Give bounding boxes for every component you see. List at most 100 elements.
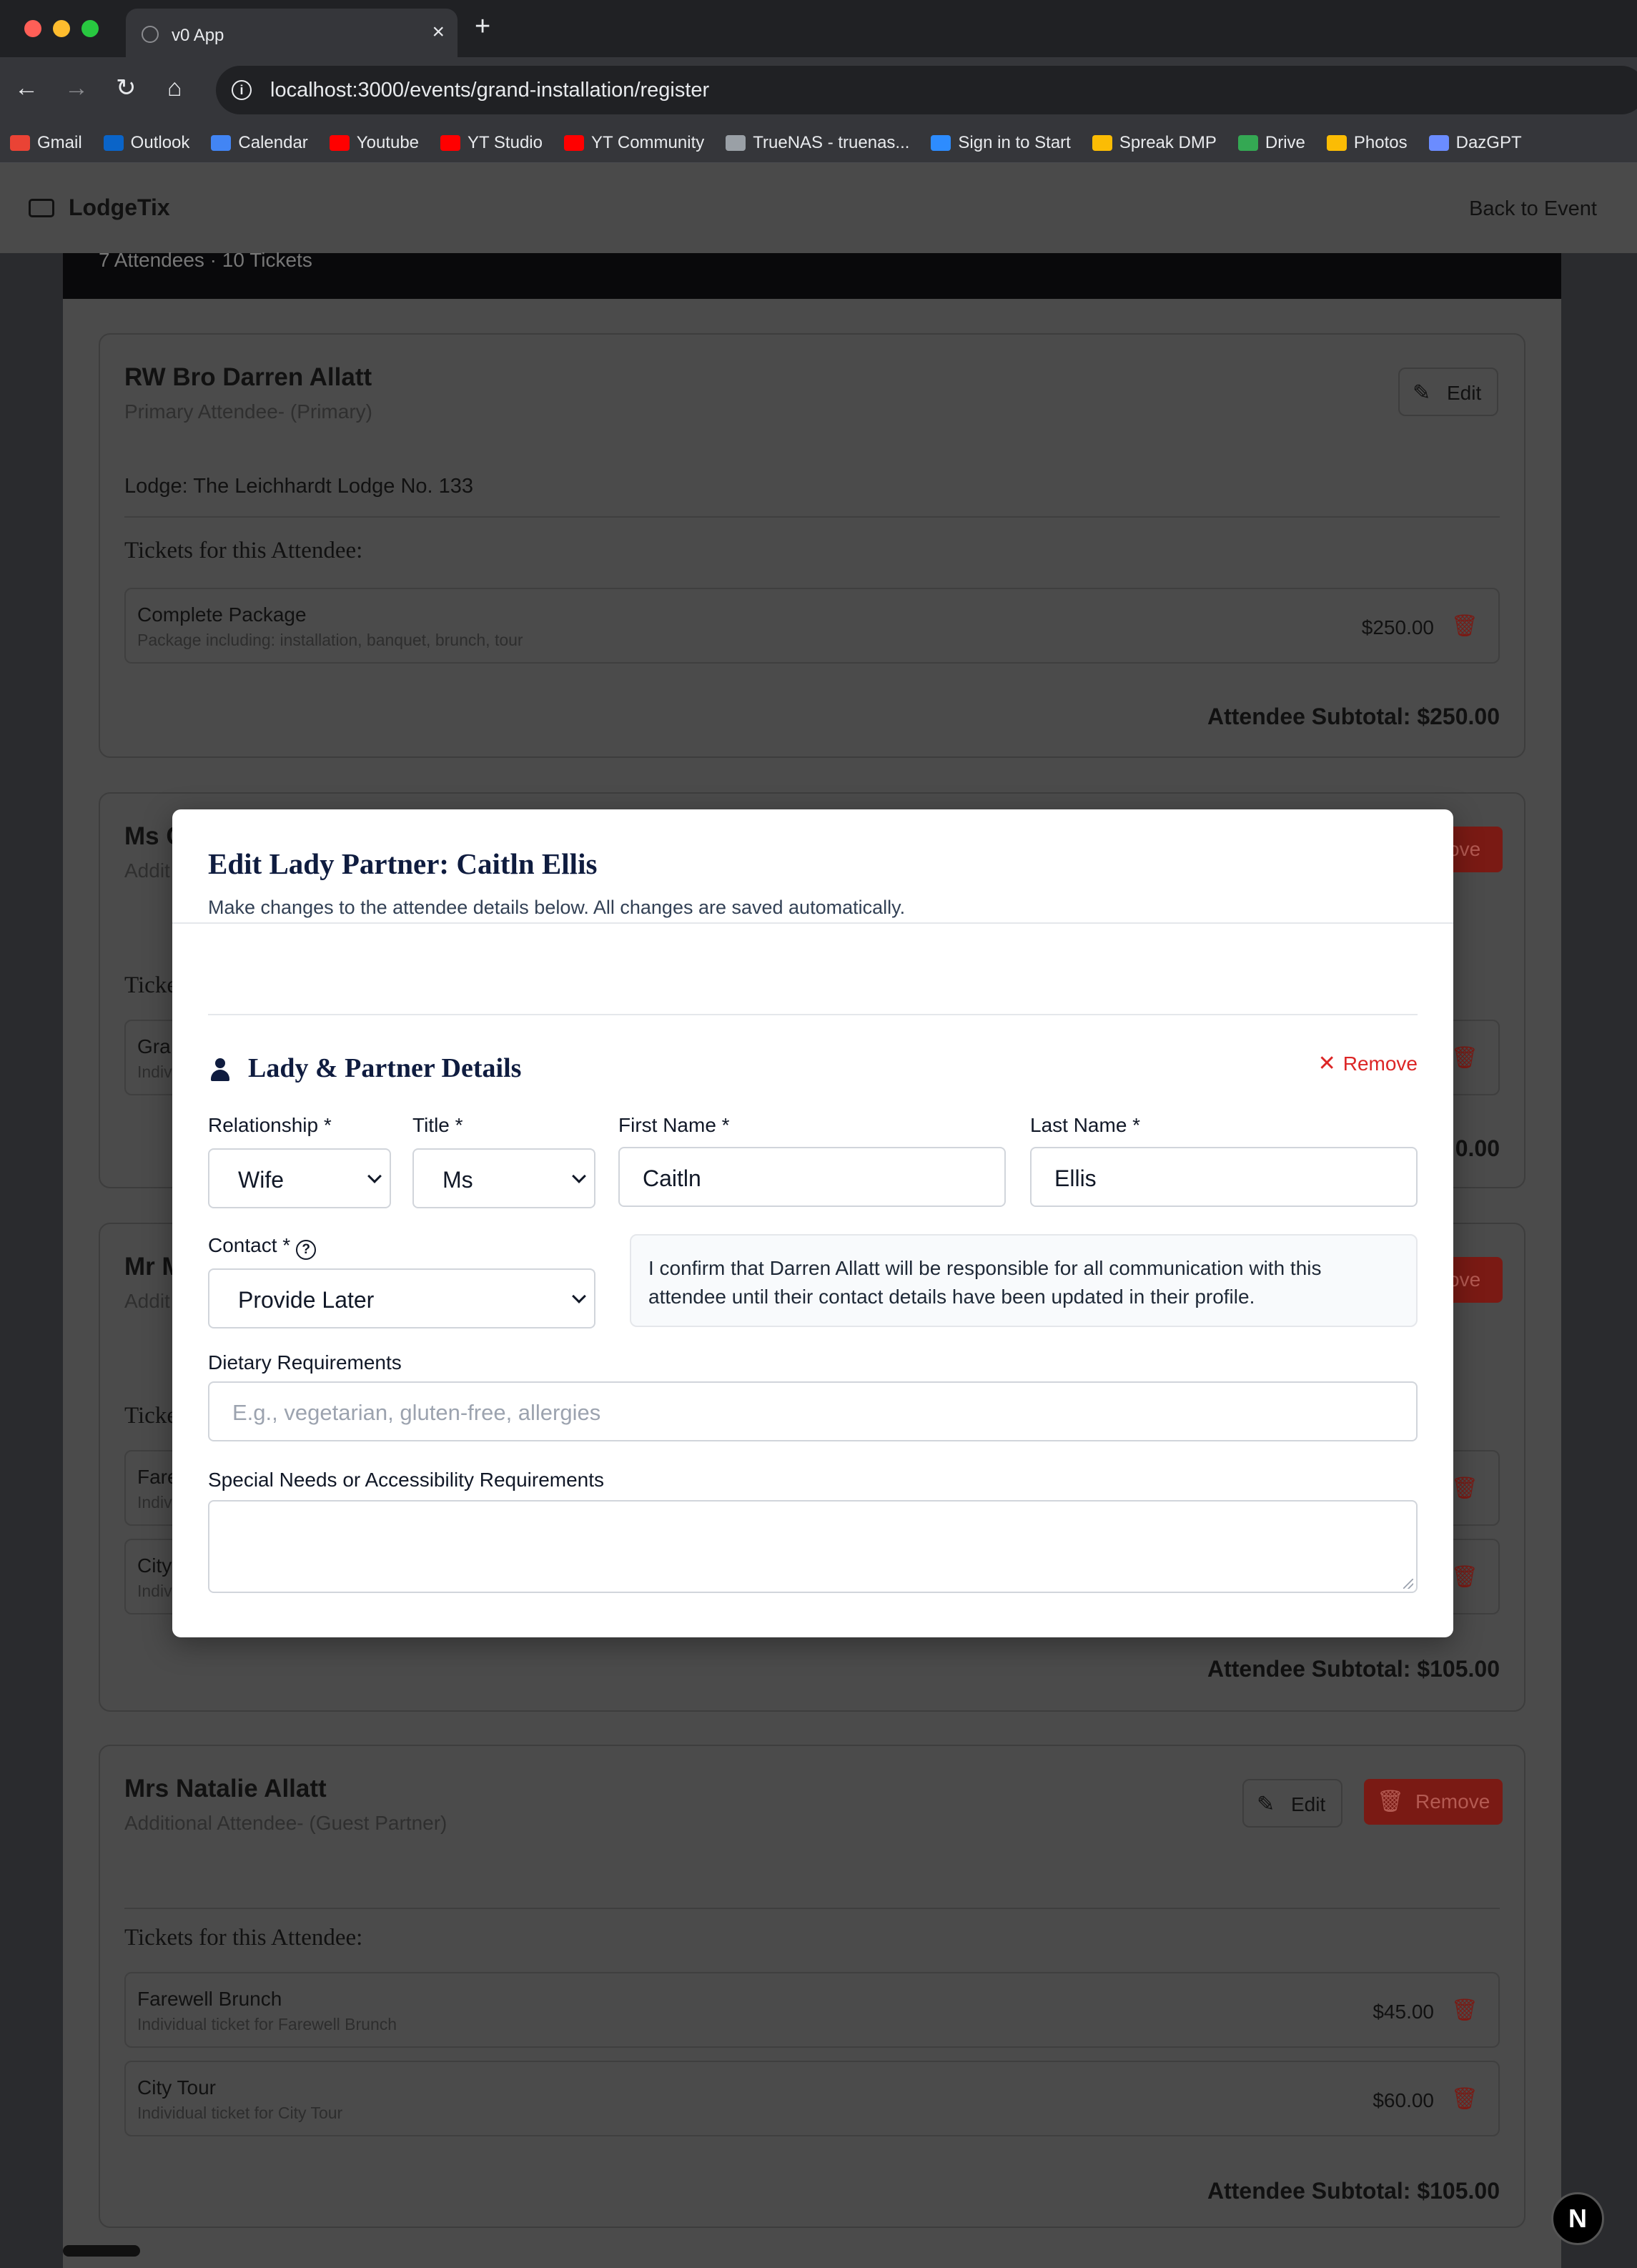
bookmark-label: Gmail <box>37 133 82 152</box>
attendee-name: RW Bro Darren Allatt <box>124 363 372 391</box>
window-close-button[interactable] <box>24 20 41 37</box>
bookmark-item[interactable]: Photos <box>1326 123 1408 162</box>
brand-name[interactable]: LodgeTix <box>69 194 170 221</box>
site-info-icon[interactable]: i <box>232 80 252 100</box>
edit-attendee-button[interactable]: ✎ Edit <box>1398 368 1498 416</box>
special-needs-textarea[interactable] <box>208 1500 1418 1593</box>
special-needs-label: Special Needs or Accessibility Requireme… <box>208 1469 605 1491</box>
bookmark-label: Calendar <box>238 133 308 152</box>
window-minimize-button[interactable] <box>53 20 70 37</box>
contact-confirmation-notice: I confirm that Darren Allatt will be res… <box>630 1234 1418 1327</box>
address-bar[interactable]: i localhost:3000/events/grand-installati… <box>216 66 1637 114</box>
ticket-row: City Tour Individual ticket for City Tou… <box>124 2061 1500 2136</box>
bookmark-item[interactable]: Youtube <box>329 123 420 162</box>
bookmark-item[interactable]: Outlook <box>103 123 189 162</box>
bookmark-favicon-icon <box>1092 135 1112 151</box>
attendee-card: RW Bro Darren Allatt Primary Attendee- (… <box>99 333 1525 758</box>
url-text[interactable]: localhost:3000/events/grand-installation… <box>270 79 709 102</box>
trash-icon[interactable]: 🗑 <box>1451 1998 1478 2023</box>
tickets-heading: Ticke <box>124 1403 177 1429</box>
bookmark-favicon-icon <box>211 135 232 151</box>
edit-attendee-button[interactable]: ✎ Edit <box>1242 1779 1342 1828</box>
attendee-subtotal: 0.00 <box>1455 1135 1500 1161</box>
last-name-field[interactable]: Ellis <box>1030 1147 1418 1207</box>
bookmark-item[interactable]: Spreak DMP <box>1092 123 1217 162</box>
dialog-title: Edit Lady Partner: Caitln Ellis <box>208 847 598 880</box>
attendee-summary-strip: 7 Attendees · 10 Tickets <box>63 249 1561 299</box>
remove-partner-button[interactable]: ✕ Remove <box>1318 1051 1418 1076</box>
tickets-heading: Tickets for this Attendee: <box>124 538 363 563</box>
first-name-field[interactable]: Caitln <box>618 1147 1006 1207</box>
bookmark-favicon-icon <box>726 135 746 151</box>
forward-arrow-icon[interactable]: → <box>64 76 89 100</box>
title-label: Title * <box>412 1114 463 1136</box>
attendee-type: Additional Attendee- (Guest Partner) <box>124 1812 447 1834</box>
bookmark-label: TrueNAS - truenas... <box>753 133 910 152</box>
horizontal-scrollbar[interactable] <box>63 2245 140 2257</box>
attendee-type: Primary Attendee- (Primary) <box>124 400 372 423</box>
close-icon: ✕ <box>1317 1052 1336 1075</box>
dietary-field[interactable]: E.g., vegetarian, gluten-free, allergies <box>208 1381 1418 1441</box>
bookmark-item[interactable]: YT Studio <box>440 123 543 162</box>
bookmark-favicon-icon <box>10 135 30 151</box>
ticket-row: Complete Package Package including: inst… <box>124 588 1500 664</box>
resize-handle-icon[interactable] <box>1403 1579 1413 1589</box>
bookmark-item[interactable]: Gmail <box>10 123 82 162</box>
bookmark-item[interactable]: DazGPT <box>1428 123 1522 162</box>
browser-toolbar: ← → ↻ ⌂ i localhost:3000/events/grand-in… <box>0 57 1637 123</box>
bookmark-item[interactable]: TrueNAS - truenas... <box>726 123 910 162</box>
browser-tab[interactable]: v0 App × <box>126 9 458 57</box>
bookmark-favicon-icon <box>440 135 461 151</box>
bookmark-favicon-icon <box>563 135 584 151</box>
remove-attendee-button[interactable]: 🗑 Remove <box>1364 1779 1503 1825</box>
tickets-heading: Ticke <box>124 972 177 998</box>
nextjs-dev-badge[interactable]: N <box>1551 2192 1604 2245</box>
trash-icon[interactable]: 🗑 <box>1451 1045 1478 1070</box>
pencil-icon: ✎ <box>1413 381 1431 405</box>
trash-icon[interactable]: 🗑 <box>1451 1476 1478 1501</box>
attendee-subtotal: Attendee Subtotal: $250.00 <box>1207 704 1500 729</box>
attendee-name: Mrs Natalie Allatt <box>124 1775 327 1803</box>
last-name-label: Last Name * <box>1030 1114 1141 1136</box>
back-to-event-link[interactable]: Back to Event <box>1469 197 1597 221</box>
attendee-type: Addit <box>124 859 170 882</box>
bookmark-item[interactable]: Calendar <box>211 123 308 162</box>
bookmark-favicon-icon <box>1326 135 1347 151</box>
edit-attendee-dialog: Edit Lady Partner: Caitln Ellis Make cha… <box>172 809 1453 1637</box>
attendee-type: Addit <box>124 1290 170 1312</box>
ticket-row: Farewell Brunch Individual ticket for Fa… <box>124 1972 1500 2048</box>
chevron-down-icon <box>572 1169 586 1183</box>
bookmark-item[interactable]: Drive <box>1237 123 1305 162</box>
title-select[interactable]: Ms <box>412 1148 595 1208</box>
new-tab-icon[interactable]: + <box>475 13 490 40</box>
back-arrow-icon[interactable]: ← <box>14 76 39 100</box>
attendee-summary: 7 Attendees · 10 Tickets <box>99 249 312 271</box>
trash-icon[interactable]: 🗑 <box>1451 1564 1478 1589</box>
bookmark-label: Youtube <box>356 133 420 152</box>
chevron-down-icon <box>572 1289 586 1303</box>
divider <box>124 516 1500 518</box>
divider <box>124 1908 1500 1909</box>
tickets-heading: Tickets for this Attendee: <box>124 1925 363 1951</box>
bookmark-item[interactable]: YT Community <box>563 123 704 162</box>
attendee-subtotal: Attendee Subtotal: $105.00 <box>1207 1656 1500 1682</box>
divider <box>172 922 1453 924</box>
tab-close-icon[interactable]: × <box>432 21 445 43</box>
bookmark-favicon-icon <box>103 135 124 151</box>
trash-icon[interactable]: 🗑 <box>1451 2086 1478 2111</box>
home-icon[interactable]: ⌂ <box>167 76 182 100</box>
bookmark-favicon-icon <box>931 135 951 151</box>
ticket-icon <box>29 199 54 217</box>
trash-icon[interactable]: 🗑 <box>1451 613 1478 639</box>
window-zoom-button[interactable] <box>81 20 99 37</box>
help-circle-icon[interactable]: ? <box>296 1240 317 1260</box>
relationship-select[interactable]: Wife <box>208 1148 391 1208</box>
first-name-label: First Name * <box>618 1114 730 1136</box>
bookmark-label: Drive <box>1265 133 1305 152</box>
reload-icon[interactable]: ↻ <box>116 76 137 100</box>
bookmark-favicon-icon <box>1428 135 1449 151</box>
contact-select[interactable]: Provide Later <box>208 1268 595 1328</box>
bookmark-label: Photos <box>1353 133 1408 152</box>
bookmark-label: DazGPT <box>1455 133 1522 152</box>
bookmark-item[interactable]: Sign in to Start <box>931 123 1071 162</box>
